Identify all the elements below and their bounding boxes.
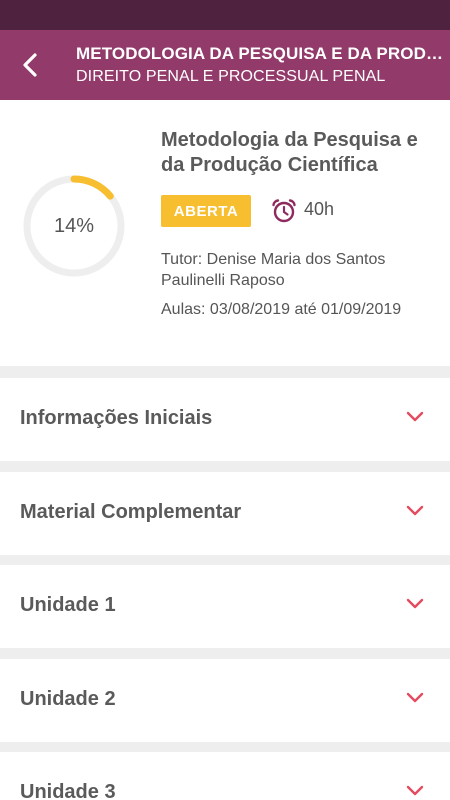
section-unidade-1[interactable]: Unidade 1: [0, 565, 450, 648]
chevron-down-icon: [406, 505, 424, 516]
chevron-down-icon: [406, 785, 424, 796]
progress-percent: 14%: [53, 214, 95, 237]
app-subtitle: DIREITO PENAL E PROCESSUAL PENAL: [76, 68, 386, 85]
section-material-complementar[interactable]: Material Complementar: [0, 472, 450, 555]
section-unidade-2[interactable]: Unidade 2: [0, 659, 450, 742]
chevron-down-icon: [406, 598, 424, 609]
chevron-down-icon: [406, 411, 424, 422]
app-bar: METODOLOGIA DA PESQUISA E DA PRODUÇÃO CI…: [0, 30, 450, 100]
section-informacoes-iniciais[interactable]: Informações Iniciais: [0, 378, 450, 461]
app-title: METODOLOGIA DA PESQUISA E DA PRODUÇÃO CI…: [76, 44, 446, 63]
alarm-clock-icon: [272, 199, 296, 223]
status-bar: [0, 0, 450, 30]
section-label: Material Complementar: [20, 501, 242, 523]
aulas-dates: Aulas: 03/08/2019 até 01/09/2019: [161, 301, 402, 318]
section-label: Unidade 2: [20, 688, 116, 710]
chevron-down-icon: [406, 692, 424, 703]
status-badge: ABERTA: [161, 195, 251, 227]
chevron-left-icon: [23, 53, 37, 77]
section-unidade-3[interactable]: Unidade 3: [0, 752, 450, 800]
section-label: Unidade 1: [20, 594, 116, 616]
course-hours: 40h: [304, 199, 335, 219]
back-button[interactable]: [22, 50, 58, 80]
tutor-text: Tutor: Denise Maria dos Santos Paulinell…: [161, 251, 386, 289]
section-label: Unidade 3: [20, 781, 116, 800]
course-card: 14% Metodologia da Pesquisa e da Produçã…: [0, 100, 450, 366]
section-label: Informações Iniciais: [20, 407, 213, 429]
course-title: Metodologia da Pesquisa e da Produção Ci…: [161, 129, 418, 176]
